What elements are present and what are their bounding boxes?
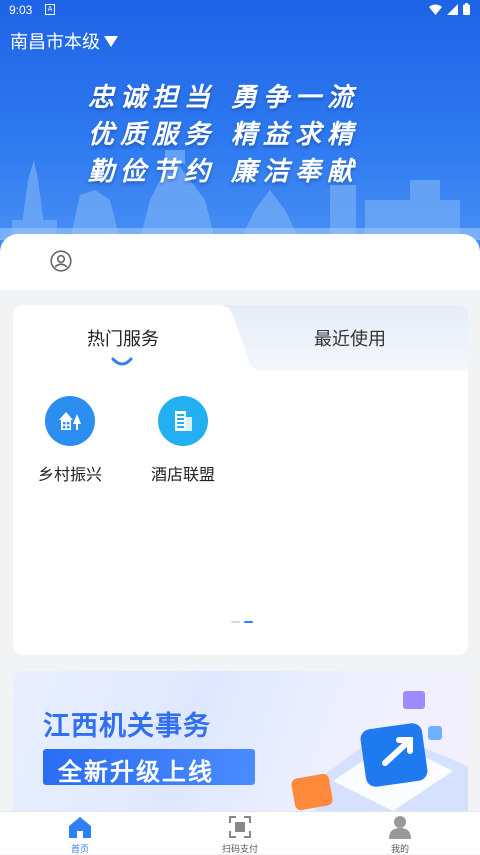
nav-mine[interactable]: 我的 [350, 812, 450, 854]
tab-recent-used[interactable]: 最近使用 [314, 325, 386, 351]
region-label: 南昌市本级 [10, 32, 100, 52]
service-tabs: 热门服务 最近使用 [13, 305, 468, 371]
banner-title: 江西机关事务 [43, 711, 211, 741]
nav-home-label: 首页 [70, 844, 89, 854]
page-indicator [231, 621, 253, 623]
banner-subtitle-box: 全新升级上线 [43, 749, 255, 786]
slogan-line: 优质服务 精益求精 [88, 120, 360, 150]
promo-banner[interactable]: 江西机关事务 全新升级上线 [13, 671, 468, 821]
notification-icon: A [45, 4, 55, 15]
tab-hot-services[interactable]: 热门服务 [87, 325, 159, 351]
slogan-line: 忠诚担当 勇争一流 [88, 83, 360, 113]
service-label: 酒店联盟 [150, 467, 215, 484]
status-icons [429, 3, 470, 15]
user-icon [389, 816, 411, 839]
page-dot-active [244, 621, 253, 623]
page-dot [231, 621, 240, 623]
building-icon [158, 396, 208, 446]
service-rural-revitalization[interactable]: 乡村振兴 [25, 396, 115, 485]
active-tab-indicator [111, 357, 133, 366]
nav-mine-label: 我的 [390, 844, 409, 854]
service-hotel-alliance[interactable]: 酒店联盟 [138, 396, 228, 485]
signal-icon [447, 3, 458, 15]
home-icon [69, 817, 91, 838]
status-bar: 9:03 A [0, 0, 480, 20]
services-panel: 热门服务 最近使用 乡村振兴 酒店联盟 [13, 305, 468, 655]
nav-scan-pay[interactable]: 扫码支付 [190, 812, 290, 854]
dropdown-triangle-icon [104, 35, 118, 47]
user-card [0, 234, 480, 290]
nav-home[interactable]: 首页 [30, 812, 130, 854]
service-label: 乡村振兴 [37, 467, 102, 484]
active-tab-shape [13, 305, 263, 371]
status-time: 9:03 [9, 3, 33, 17]
wifi-icon [429, 4, 442, 15]
slogan-line: 勤俭节约 廉洁奉献 [88, 157, 360, 187]
region-selector[interactable]: 南昌市本级 [10, 28, 118, 54]
nav-scan-label: 扫码支付 [221, 844, 258, 854]
user-avatar-icon[interactable] [50, 250, 72, 272]
slogan: 忠诚担当 勇争一流 优质服务 精益求精 勤俭节约 廉洁奉献 [88, 80, 408, 191]
battery-icon [463, 3, 470, 15]
bottom-navigation: 首页 扫码支付 我的 [0, 811, 480, 854]
scan-icon [229, 816, 251, 838]
banner-illustration [291, 691, 468, 821]
banner-subtitle: 全新升级上线 [58, 759, 214, 786]
village-icon [45, 396, 95, 446]
